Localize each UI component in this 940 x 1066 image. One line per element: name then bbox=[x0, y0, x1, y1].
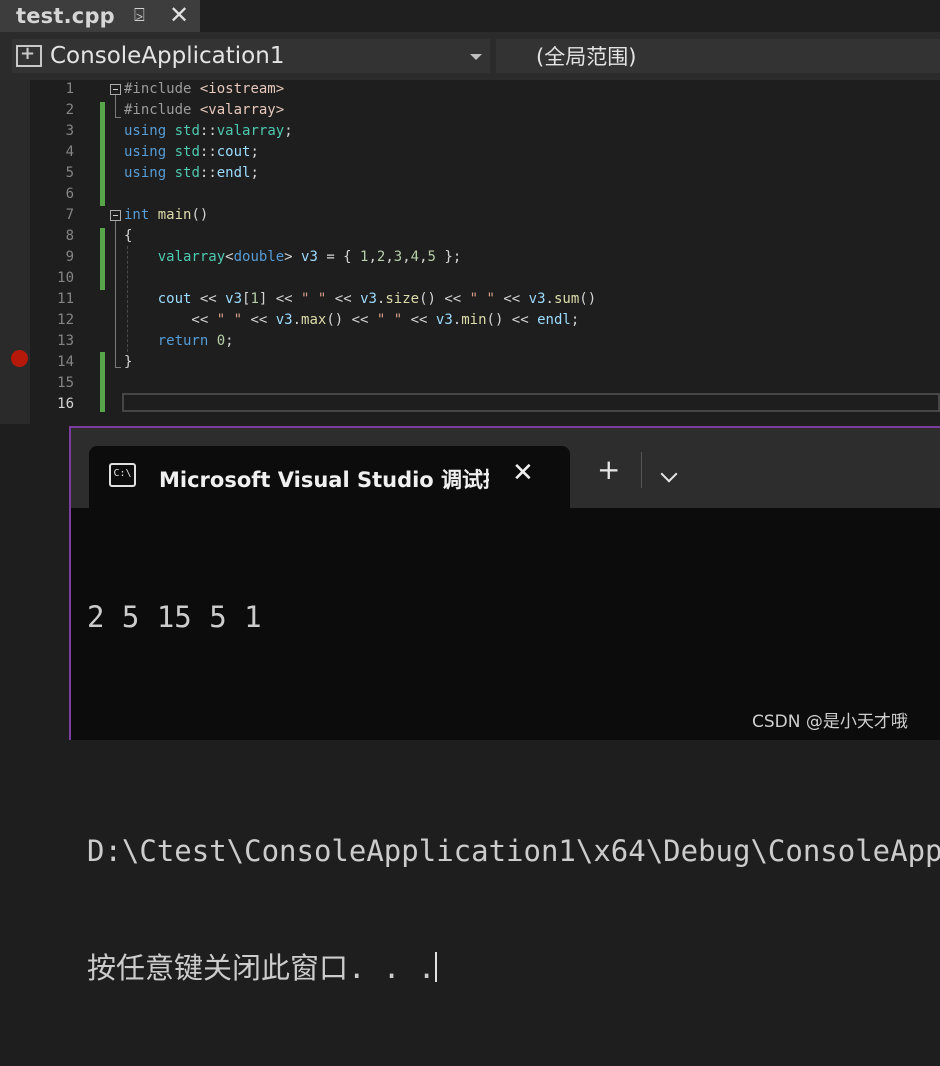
terminal-title-bar[interactable]: C:\ Microsoft Visual Studio 调试控制台 ✕ + bbox=[71, 428, 940, 508]
line-number: 1 bbox=[65, 81, 74, 97]
terminal-output[interactable]: 2 5 15 5 1 D:\Ctest\ConsoleApplication1\… bbox=[87, 520, 940, 1066]
debug-console-window[interactable]: C:\ Microsoft Visual Studio 调试控制台 ✕ + 2 … bbox=[69, 426, 940, 985]
titlebar-divider bbox=[641, 452, 642, 488]
code-editor[interactable]: 1 2 3 4 5 6 7 8 9 10 11 12 13 14 15 16 #… bbox=[0, 80, 940, 424]
code-line[interactable]: } bbox=[124, 354, 132, 370]
output-line: D:\Ctest\ConsoleApplication1\x64\Debug\C… bbox=[87, 834, 940, 868]
code-line[interactable]: int main() bbox=[124, 207, 208, 223]
chevron-down-icon[interactable] bbox=[660, 465, 678, 483]
line-number: 15 bbox=[57, 375, 74, 391]
fold-guide bbox=[115, 221, 116, 367]
scope-dropdown[interactable]: (全局范围) bbox=[496, 39, 940, 73]
change-indicator bbox=[100, 102, 105, 206]
output-line: 2 5 15 5 1 bbox=[87, 600, 262, 634]
line-number-current: 16 bbox=[57, 396, 74, 412]
line-number: 12 bbox=[57, 312, 74, 328]
breakpoint-icon[interactable] bbox=[11, 350, 28, 367]
change-indicator bbox=[100, 352, 105, 412]
line-number: 10 bbox=[57, 270, 74, 286]
line-number: 13 bbox=[57, 333, 74, 349]
code-line[interactable]: cout << v3[1] << " " << v3.size() << " "… bbox=[124, 291, 596, 307]
project-name: ConsoleApplication1 bbox=[50, 43, 285, 69]
document-tab-strip: test.cpp ⍄ ✕ bbox=[0, 0, 940, 32]
tab-title: test.cpp bbox=[16, 4, 115, 28]
change-indicator bbox=[100, 228, 105, 290]
document-tab-test-cpp[interactable]: test.cpp ⍄ ✕ bbox=[0, 0, 200, 32]
fold-guide-end bbox=[115, 117, 121, 118]
fold-guide bbox=[115, 95, 116, 117]
code-line[interactable]: using std::cout; bbox=[124, 144, 259, 160]
line-number: 5 bbox=[65, 165, 74, 181]
collapse-icon[interactable] bbox=[110, 210, 121, 221]
line-number: 2 bbox=[65, 102, 74, 118]
line-number: 14 bbox=[57, 354, 74, 370]
text-cursor bbox=[435, 952, 438, 982]
terminal-tab-title: Microsoft Visual Studio 调试控制台 bbox=[159, 468, 489, 490]
code-line[interactable]: return 0; bbox=[124, 333, 234, 349]
code-line[interactable]: << " " << v3.max() << " " << v3.min() <<… bbox=[124, 312, 579, 328]
scope-name: (全局范围) bbox=[536, 45, 637, 69]
code-line[interactable]: { bbox=[124, 228, 132, 244]
console-icon: C:\ bbox=[109, 463, 136, 487]
line-number: 6 bbox=[65, 186, 74, 202]
line-number: 11 bbox=[57, 291, 74, 307]
project-icon bbox=[16, 43, 42, 67]
fold-guide-end bbox=[115, 367, 121, 368]
code-line[interactable]: #include <valarray> bbox=[124, 102, 284, 118]
line-number: 4 bbox=[65, 144, 74, 160]
pin-icon[interactable]: ⍄ bbox=[134, 5, 145, 26]
terminal-tab[interactable]: C:\ Microsoft Visual Studio 调试控制台 ✕ bbox=[89, 446, 570, 508]
code-line[interactable]: using std::endl; bbox=[124, 165, 259, 181]
navigation-bar: ConsoleApplication1 (全局范围) bbox=[0, 32, 940, 80]
current-line-highlight bbox=[122, 393, 940, 412]
glyph-margin[interactable] bbox=[0, 80, 30, 424]
code-line[interactable]: using std::valarray; bbox=[124, 123, 293, 139]
line-number: 8 bbox=[65, 228, 74, 244]
code-line[interactable]: #include <iostream> bbox=[124, 81, 284, 97]
prompt-text: 按任意键关闭此窗口. . . bbox=[87, 951, 436, 985]
watermark: CSDN @是小天才哦 bbox=[752, 712, 908, 732]
project-dropdown[interactable]: ConsoleApplication1 bbox=[12, 39, 490, 73]
code-line[interactable]: valarray<double> v3 = { 1,2,3,4,5 }; bbox=[124, 249, 462, 265]
close-icon[interactable]: ✕ bbox=[512, 458, 534, 488]
line-number: 7 bbox=[65, 207, 74, 223]
line-number: 3 bbox=[65, 123, 74, 139]
output-line-prompt: 按任意键关闭此窗口. . . bbox=[87, 949, 940, 988]
dropdown-arrow-icon[interactable] bbox=[470, 54, 482, 60]
line-number: 9 bbox=[65, 249, 74, 265]
new-tab-button[interactable]: + bbox=[597, 456, 620, 484]
collapse-icon[interactable] bbox=[110, 84, 121, 95]
close-icon[interactable]: ✕ bbox=[169, 1, 189, 29]
